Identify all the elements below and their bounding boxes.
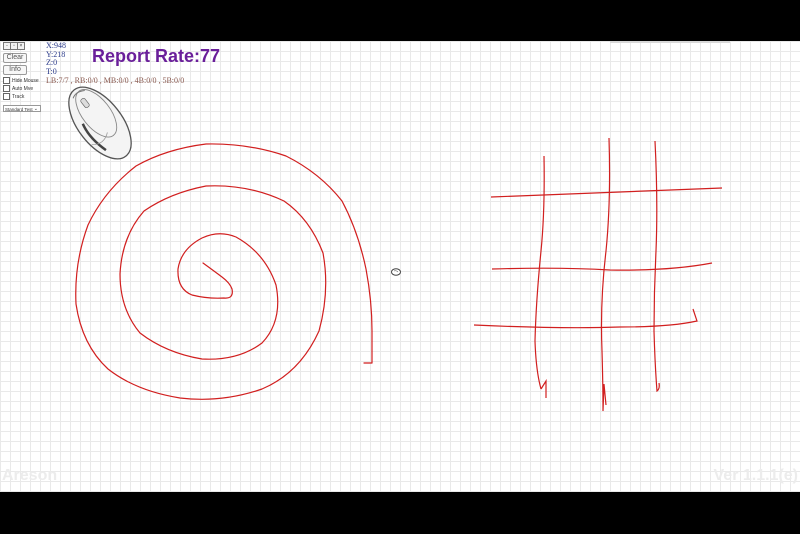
brand-watermark: Areson: [2, 467, 58, 484]
grid-stroke-v2: [600, 137, 611, 412]
grid-stroke-v1: [534, 155, 547, 398]
spiral-stroke: [75, 143, 373, 400]
grid-stroke-h3: [473, 308, 698, 329]
letterbox-top: [0, 0, 800, 41]
grid-stroke-h1: [490, 187, 723, 198]
grid-stroke-h2: [491, 262, 713, 271]
mouse-icon: [68, 86, 132, 160]
letterbox-bottom: [0, 492, 800, 534]
drawing-canvas[interactable]: - ▫ × Clear Info Hide Mouse Auto Mve Tra…: [0, 41, 800, 492]
drawing-layer: [68, 86, 723, 412]
grid-stroke-v3: [653, 140, 660, 393]
version-watermark: Ver 1.1.1(e): [713, 467, 799, 484]
cursor-icon: [391, 268, 401, 276]
